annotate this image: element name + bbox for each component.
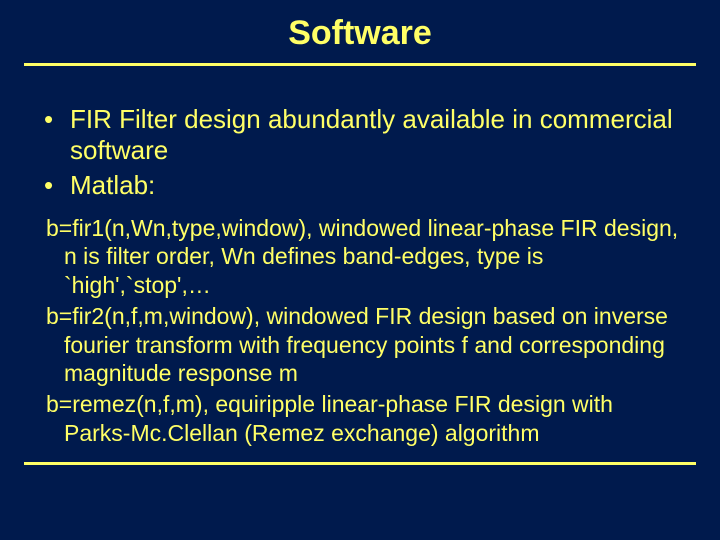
divider-bottom (24, 462, 696, 465)
sub-item: b=fir2(n,f,m,window), windowed FIR desig… (46, 302, 680, 388)
bullet-item: FIR Filter design abundantly available i… (30, 104, 690, 166)
sub-item: b=fir1(n,Wn,type,window), windowed linea… (46, 214, 680, 300)
divider-top (24, 63, 696, 66)
slide-title: Software (0, 0, 720, 63)
sub-item: b=remez(n,f,m), equiripple linear-phase … (46, 390, 680, 448)
bullet-item: Matlab: (30, 170, 690, 201)
bullet-list: FIR Filter design abundantly available i… (30, 104, 690, 202)
sub-list: b=fir1(n,Wn,type,window), windowed linea… (46, 214, 680, 448)
slide: Software FIR Filter design abundantly av… (0, 0, 720, 540)
